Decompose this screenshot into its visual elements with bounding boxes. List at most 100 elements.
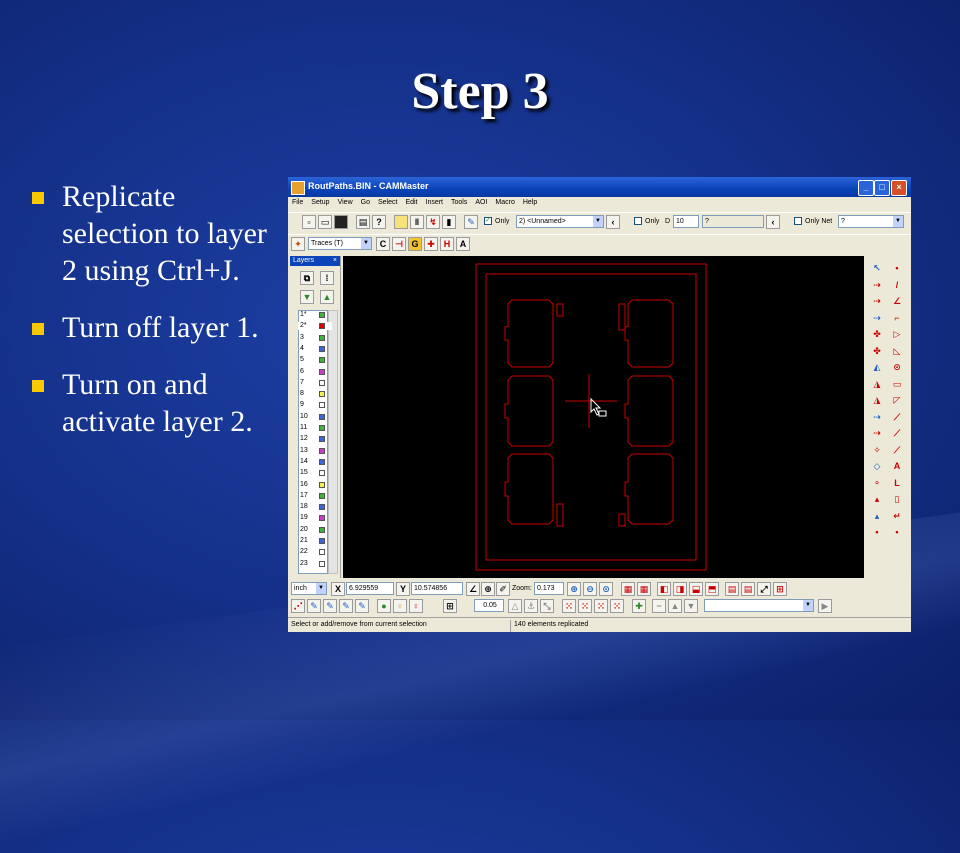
left-circle-icon[interactable]: ◮ — [870, 377, 884, 391]
traces-select[interactable]: Traces (T) ▼ — [308, 237, 372, 250]
layer-color-swatch[interactable] — [319, 379, 325, 386]
layer-grid-icon[interactable]: ⁞ — [320, 271, 334, 285]
layer-color-swatch[interactable] — [319, 368, 325, 375]
select4-tool-icon[interactable]: ✎ — [339, 599, 353, 613]
only-d-checkbox[interactable] — [634, 217, 642, 225]
left-pointer-icon[interactable]: ↖ — [870, 261, 884, 275]
layer-color-swatch[interactable] — [319, 549, 325, 556]
menu-tools[interactable]: Tools — [447, 198, 471, 207]
layer-row[interactable]: 11 — [298, 424, 332, 432]
array-icon[interactable]: ▤ — [725, 582, 739, 596]
remove-icon[interactable]: − — [652, 599, 666, 613]
layer-color-swatch[interactable] — [319, 492, 325, 499]
play-icon[interactable]: ▶ — [818, 599, 832, 613]
unit-select[interactable]: inch ▼ — [291, 582, 327, 595]
circle-icon[interactable]: ▭ — [890, 377, 904, 391]
next-icon[interactable]: ‹ — [766, 215, 780, 229]
left-hook-icon[interactable]: • — [870, 525, 884, 539]
text-icon[interactable]: L — [890, 476, 904, 490]
help-icon[interactable]: ? — [372, 215, 386, 229]
layer-color-swatch[interactable] — [319, 458, 325, 465]
triangle-off-icon[interactable]: △ — [508, 599, 522, 613]
menu-help[interactable]: Help — [519, 198, 541, 207]
y-coordinate-input[interactable]: 10.574856 — [411, 582, 463, 595]
zoom-out-icon[interactable]: ⊖ — [583, 582, 597, 596]
move-right-icon[interactable]: ◨ — [673, 582, 687, 596]
menu-macro[interactable]: Macro — [491, 198, 518, 207]
layer-row[interactable]: 22 — [298, 548, 332, 556]
angle-icon[interactable]: ⌐ — [890, 311, 904, 325]
filter-select[interactable]: ▼ — [704, 599, 814, 612]
snap-icon[interactable]: ✦ — [291, 237, 305, 251]
dots3-icon[interactable]: ⁙ — [594, 599, 608, 613]
layer-row[interactable]: 20 — [298, 526, 332, 534]
menu-view[interactable]: View — [334, 198, 357, 207]
tool-d-icon[interactable]: ▮ — [442, 215, 456, 229]
tool-b-icon[interactable]: ‖ — [410, 215, 424, 229]
a-tool-icon[interactable]: A — [456, 237, 470, 251]
dot-icon[interactable]: / — [890, 278, 904, 292]
layer-color-swatch[interactable] — [319, 515, 325, 522]
layer-color-swatch[interactable] — [319, 391, 325, 398]
layer-row[interactable]: 1* — [298, 311, 332, 319]
layer-row[interactable]: 9 — [298, 401, 332, 409]
up-icon[interactable]: ▲ — [668, 599, 682, 613]
arrow-icon[interactable]: ◺ — [890, 344, 904, 358]
new-file-icon[interactable]: ▫ — [302, 215, 316, 229]
dots2-icon[interactable]: ⁙ — [578, 599, 592, 613]
left-pad-icon[interactable]: ▴ — [870, 509, 884, 523]
left-italic-icon[interactable]: ▴ — [870, 492, 884, 506]
bulb-icon[interactable]: ♀ — [393, 599, 407, 613]
curve-icon[interactable]: ⟋ — [890, 443, 904, 457]
hook-icon[interactable]: • — [890, 525, 904, 539]
menu-aoi[interactable]: AOI — [471, 198, 491, 207]
layer-row[interactable]: 10 — [298, 413, 332, 421]
dots-icon[interactable]: ⁙ — [562, 599, 576, 613]
pad-icon[interactable]: ↵ — [890, 509, 904, 523]
zoom-fit-icon[interactable]: ⊙ — [599, 582, 613, 596]
crosshair-icon[interactable]: ⊕ — [481, 582, 495, 596]
tool-e-icon[interactable]: ✎ — [464, 215, 478, 229]
layer-color-swatch[interactable] — [319, 312, 325, 318]
line-icon[interactable]: ∠ — [890, 294, 904, 308]
select3-tool-icon[interactable]: ✎ — [323, 599, 337, 613]
layer-color-swatch[interactable] — [319, 345, 325, 352]
mirror-icon[interactable]: ⊞ — [773, 582, 787, 596]
only-checkbox[interactable]: ✓ — [484, 217, 492, 225]
layer-view-icon[interactable]: ⧉ — [300, 271, 314, 285]
move-left-icon[interactable]: ◧ — [657, 582, 671, 596]
drawing-canvas[interactable] — [343, 256, 864, 578]
left-dot-icon[interactable]: ⇢ — [870, 278, 884, 292]
layer-color-swatch[interactable] — [319, 560, 325, 567]
print-icon[interactable]: ▤ — [356, 215, 370, 229]
layers-close-icon[interactable]: × — [333, 256, 337, 266]
bulb-off-icon[interactable]: ♀ — [409, 599, 423, 613]
layer-row[interactable]: 15 — [298, 469, 332, 477]
italic-icon[interactable]: ▯ — [890, 492, 904, 506]
left-triangle-icon[interactable]: ◭ — [870, 360, 884, 374]
menu-edit[interactable]: Edit — [401, 198, 421, 207]
save-icon[interactable] — [334, 215, 348, 229]
minimize-button[interactable]: _ — [858, 180, 874, 196]
layer-row[interactable]: 14 — [298, 458, 332, 466]
pen-icon[interactable]: A — [890, 459, 904, 473]
layer-color-swatch[interactable] — [319, 504, 325, 511]
layer-row[interactable]: 23 — [298, 560, 332, 568]
snap-off-icon[interactable]: ⤡ — [540, 599, 554, 613]
layer-color-swatch[interactable] — [319, 357, 325, 364]
move-up-icon[interactable]: ⬒ — [705, 582, 719, 596]
highlight-icon[interactable]: ● — [377, 599, 391, 613]
layer-color-swatch[interactable] — [319, 538, 325, 544]
grid-size-input[interactable]: 0.05 — [474, 599, 504, 612]
layer-row[interactable]: 17 — [298, 492, 332, 500]
layer-row[interactable]: 7 — [298, 379, 332, 387]
left-slant-icon[interactable]: ⇢ — [870, 410, 884, 424]
left-text-icon[interactable]: ⚬ — [870, 476, 884, 490]
array2-icon[interactable]: ▤ — [741, 582, 755, 596]
measure-icon[interactable]: ✐ — [496, 582, 510, 596]
grid-red-icon[interactable]: ▦ — [621, 582, 635, 596]
move-down-icon[interactable]: ⬓ — [689, 582, 703, 596]
left-angle-icon[interactable]: ⇢ — [870, 311, 884, 325]
layer-row[interactable]: 13 — [298, 447, 332, 455]
layer-color-swatch[interactable] — [319, 436, 325, 443]
